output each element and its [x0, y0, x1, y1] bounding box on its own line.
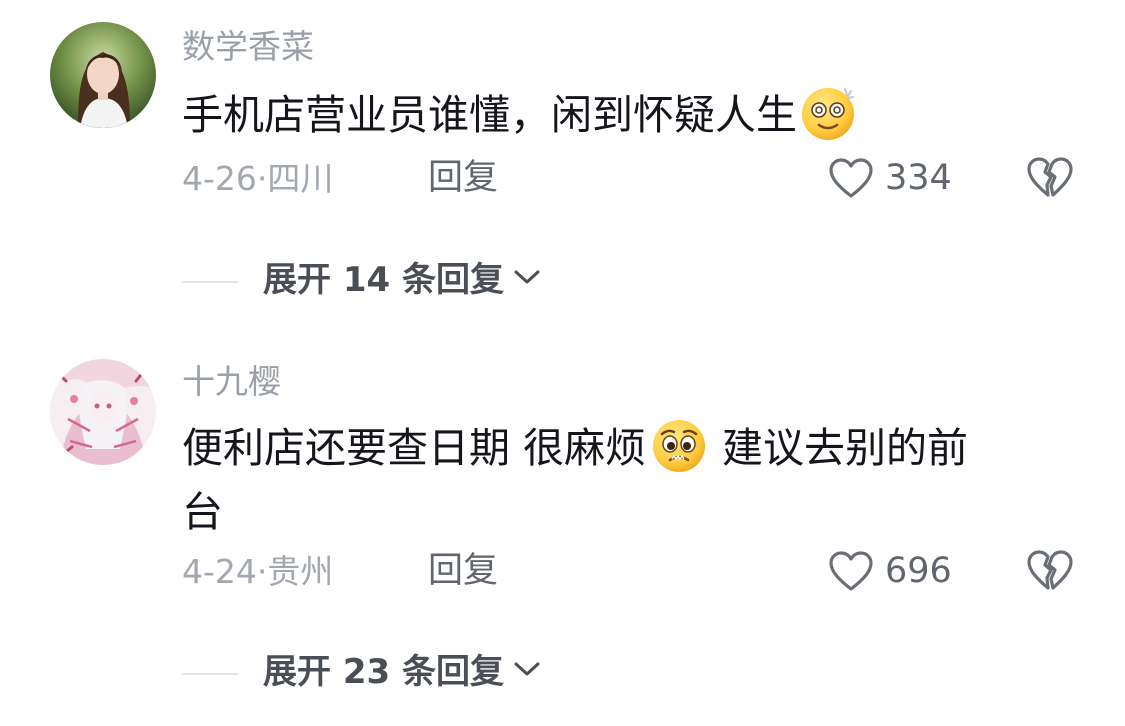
- comment-text-content: 手机店营业员谁懂，闲到怀疑人生: [182, 91, 797, 139]
- comment-text: 手机店营业员谁懂，闲到怀疑人生: [182, 83, 857, 159]
- expand-divider: [182, 673, 238, 675]
- like-count: 696: [885, 551, 952, 591]
- comment-text-content-continued: 建议去别的前: [722, 424, 969, 472]
- reply-button[interactable]: 回复: [428, 554, 498, 589]
- dislike-button[interactable]: [1026, 155, 1074, 201]
- avatar-image: [50, 359, 156, 465]
- expand-replies-label: 展开 23 条回复: [263, 652, 504, 692]
- like-button[interactable]: 696: [828, 548, 963, 594]
- avatar[interactable]: [50, 22, 156, 128]
- broken-heart-icon: [1027, 550, 1073, 590]
- broken-heart-icon: [1027, 157, 1073, 197]
- pleading-face-emoji: [650, 416, 708, 492]
- expand-replies-button[interactable]: 展开 14 条回复: [263, 263, 541, 303]
- expand-divider: [182, 281, 238, 283]
- comment-date: 4-24: [182, 552, 257, 591]
- username[interactable]: 数学香菜: [182, 30, 314, 63]
- comment-meta: 4-24·贵州: [182, 555, 333, 588]
- comment-location: 四川: [267, 159, 334, 198]
- comment-item: 数学香菜 手机店营业员谁懂，闲到怀疑人生 4-26·四川 回复 334 展开 1…: [0, 0, 1125, 330]
- heart-outline-icon: [829, 551, 873, 591]
- comment-date: 4-26: [182, 159, 257, 198]
- comment-text: 便利店还要查日期 很麻烦 建议去别的前: [182, 416, 968, 492]
- comment-text-content: 便利店还要查日期 很麻烦: [182, 424, 647, 472]
- meta-separator: ·: [256, 552, 268, 591]
- avatar-image: [50, 22, 156, 128]
- comment-meta: 4-26·四川: [182, 162, 333, 195]
- heart-outline-icon: [829, 158, 873, 198]
- comment-text-line2: 台: [182, 488, 223, 536]
- avatar[interactable]: [50, 359, 156, 465]
- chevron-down-icon: [514, 270, 540, 284]
- username[interactable]: 十九樱: [182, 365, 281, 398]
- dislike-button[interactable]: [1026, 548, 1074, 594]
- comment-location: 贵州: [267, 552, 334, 591]
- expand-replies-label: 展开 14 条回复: [263, 260, 504, 300]
- reply-button[interactable]: 回复: [428, 161, 498, 196]
- face-with-spiral-eyes-emoji: [799, 83, 857, 159]
- comment-item: 十九樱 便利店还要查日期 很麻烦 建议去别的前 台 4-24·贵州 回复 696…: [0, 340, 1125, 726]
- like-count: 334: [885, 158, 952, 198]
- like-button[interactable]: 334: [828, 155, 963, 201]
- meta-separator: ·: [256, 159, 268, 198]
- expand-replies-button[interactable]: 展开 23 条回复: [263, 655, 541, 695]
- chevron-down-icon: [514, 662, 540, 676]
